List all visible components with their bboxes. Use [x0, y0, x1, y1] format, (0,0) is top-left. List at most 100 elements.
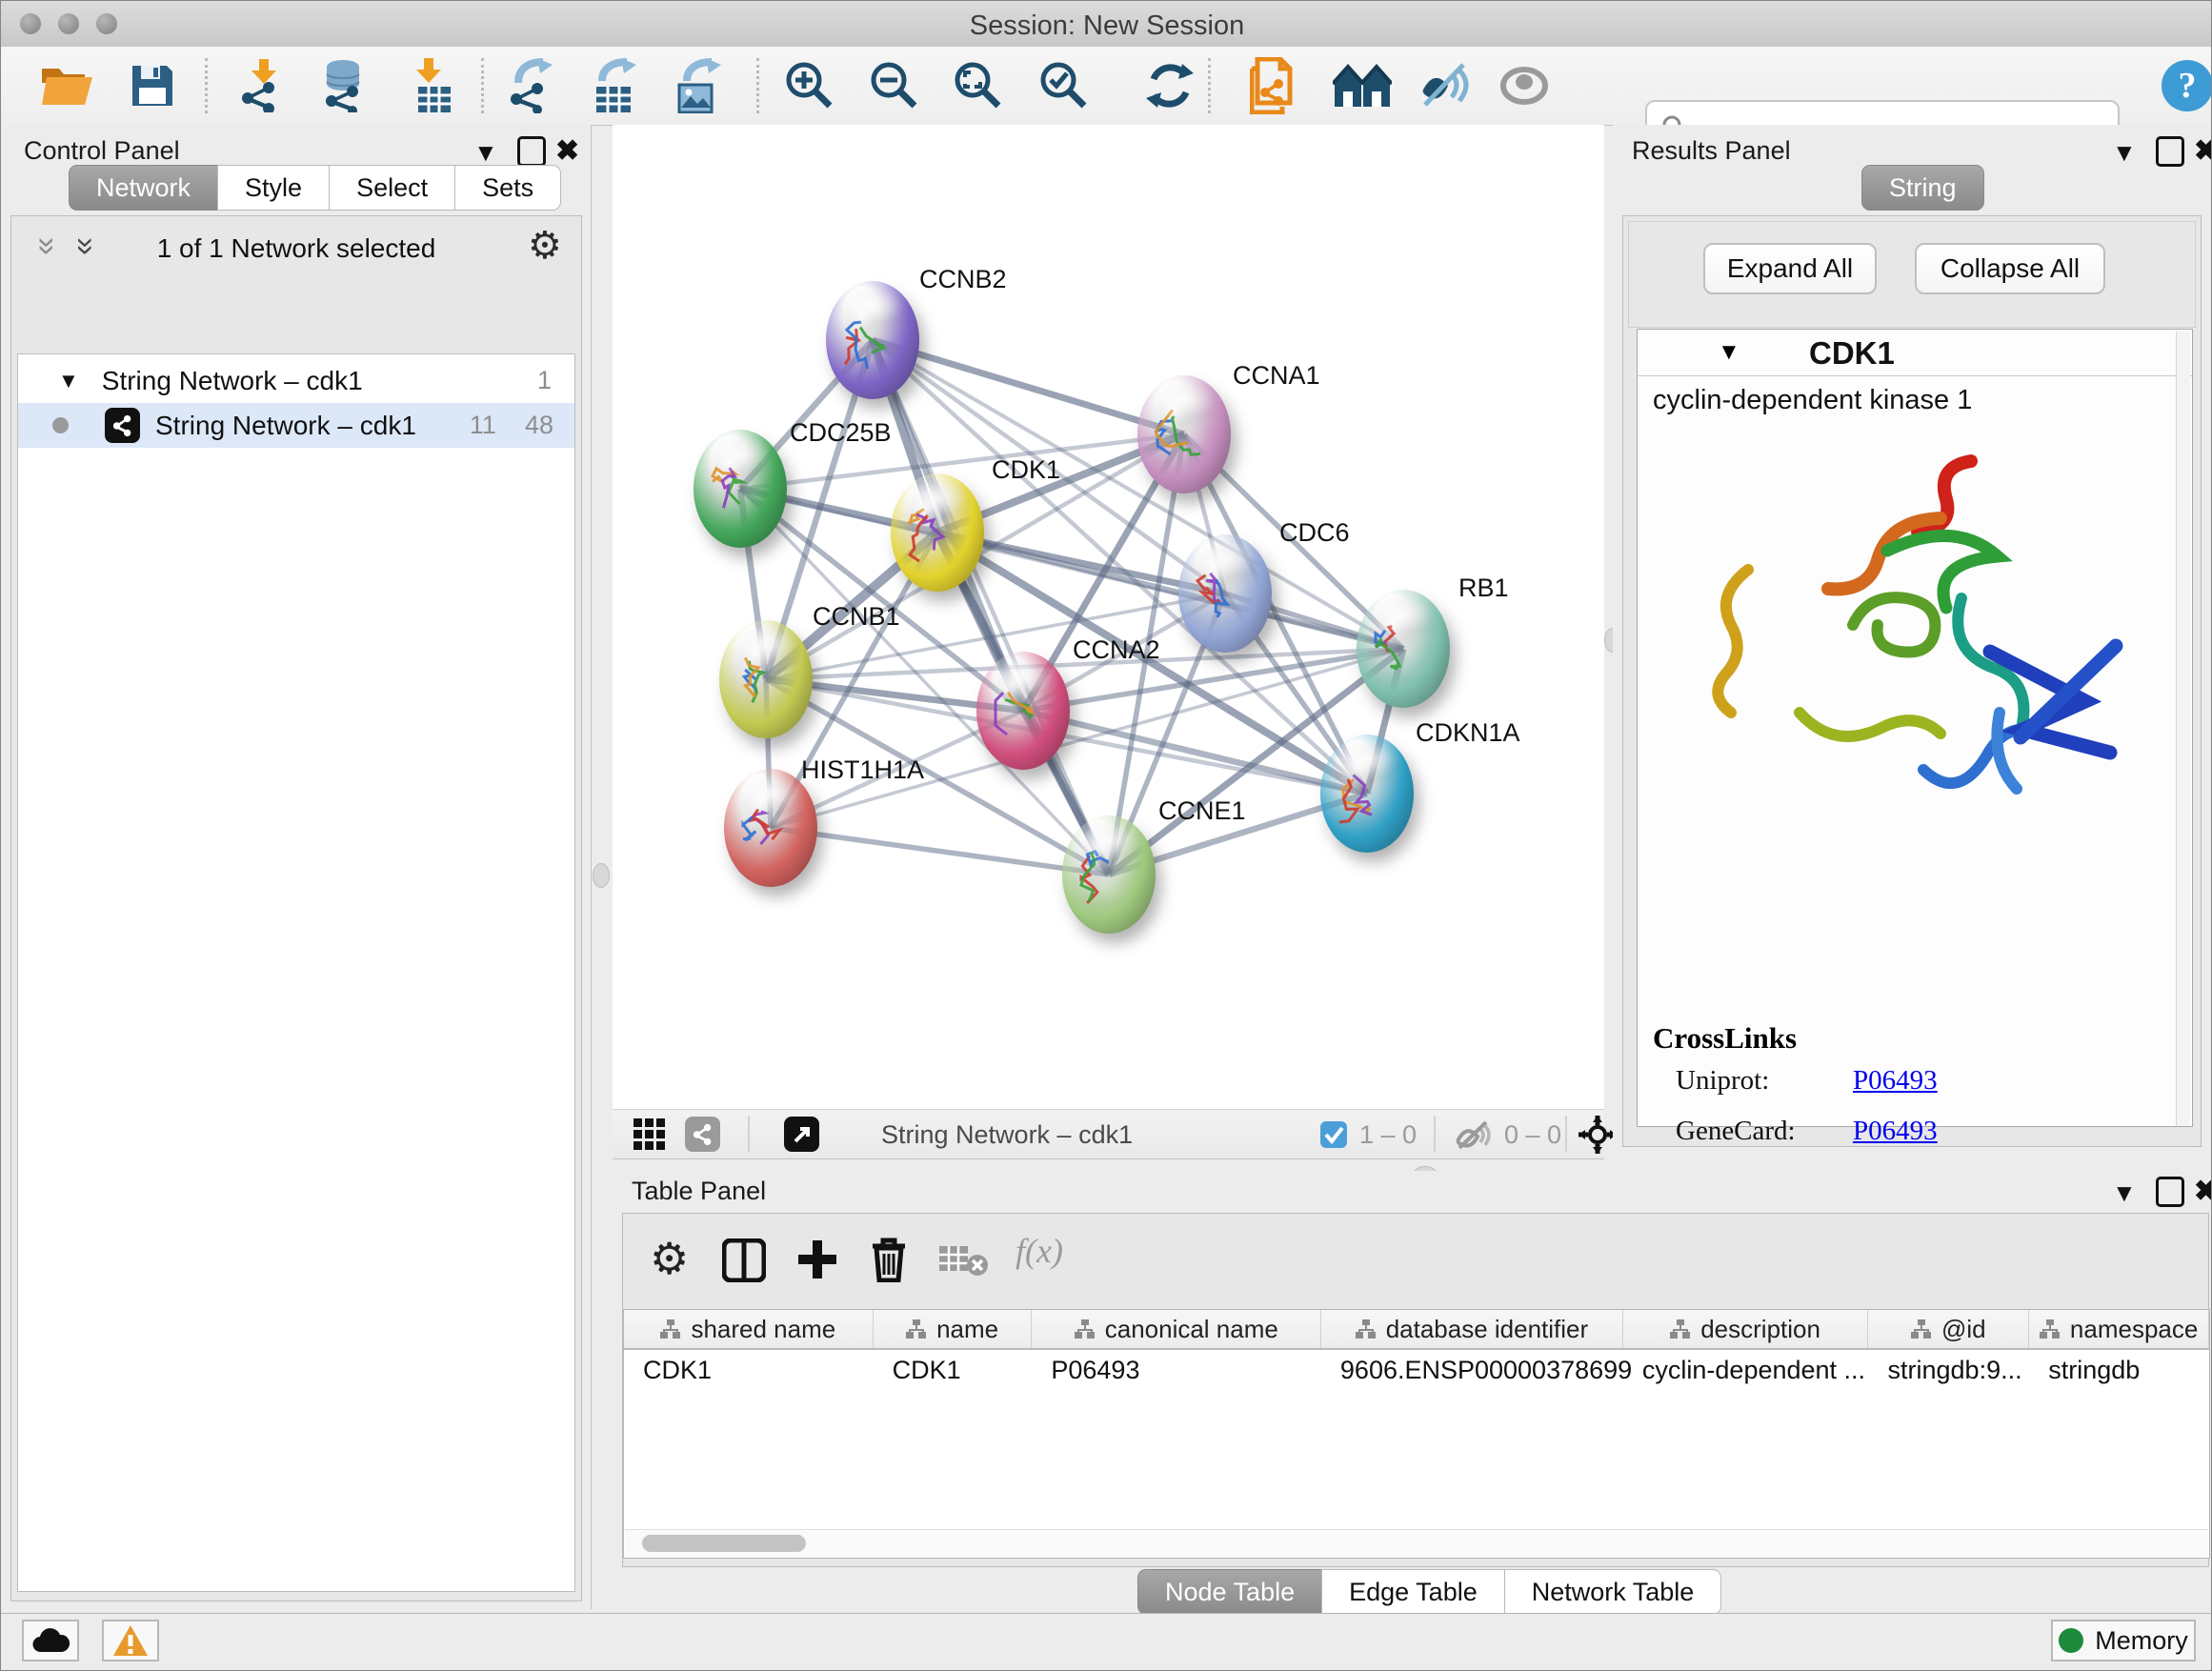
table-cell[interactable]: stringdb: [2029, 1350, 2209, 1390]
network-collection-row[interactable]: ▼ String Network – cdk1 1: [18, 358, 574, 403]
expand-all-button[interactable]: Expand All: [1703, 243, 1877, 294]
import-network-database-button[interactable]: [312, 54, 374, 117]
grid-view-icon[interactable]: [633, 1118, 666, 1156]
show-column-icon[interactable]: [722, 1238, 766, 1287]
delete-table-icon[interactable]: [939, 1244, 989, 1281]
birds-eye-crosshair-icon[interactable]: [1579, 1116, 1617, 1158]
network-row[interactable]: String Network – cdk1 11 48: [18, 403, 574, 448]
save-session-button[interactable]: [121, 54, 184, 117]
add-column-icon[interactable]: [796, 1238, 838, 1285]
results-panel-float-button[interactable]: [2156, 136, 2184, 171]
column-header-name[interactable]: name: [874, 1310, 1033, 1348]
collapse-all-button[interactable]: Collapse All: [1915, 243, 2105, 294]
tab-sets[interactable]: Sets: [454, 165, 561, 211]
tab-node-table[interactable]: Node Table: [1137, 1569, 1322, 1615]
export-network-button[interactable]: [500, 54, 563, 117]
eye-toggle-button[interactable]: [1493, 54, 1556, 117]
selected-checkbox-icon[interactable]: [1319, 1120, 1348, 1154]
table-panel-title: Table Panel: [632, 1177, 766, 1206]
node-label-ccnb1: CCNB1: [813, 602, 900, 632]
table-cell[interactable]: CDK1: [624, 1350, 874, 1390]
network-node-ccnb2[interactable]: [826, 281, 919, 399]
warning-status-button[interactable]: [102, 1620, 159, 1661]
tab-network[interactable]: Network: [69, 165, 218, 211]
warning-icon: [112, 1624, 149, 1657]
open-session-button[interactable]: [35, 54, 98, 117]
table-cell[interactable]: 9606.ENSP00000378699: [1321, 1350, 1623, 1390]
zoom-out-button[interactable]: [863, 54, 926, 117]
network-node-rb1[interactable]: [1357, 590, 1450, 708]
column-type-icon: [1670, 1319, 1691, 1339]
network-node-ccnb1[interactable]: [719, 620, 813, 738]
column-header-database-identifier[interactable]: database identifier: [1321, 1310, 1623, 1348]
table-hscrollbar-thumb[interactable]: [642, 1535, 806, 1552]
cloud-status-button[interactable]: [22, 1620, 79, 1661]
network-canvas[interactable]: CCNB2CCNA1CDC25BCDK1CDC6RB1CCNB1CCNA2CDK…: [613, 125, 1604, 1109]
table-panel-menu-button[interactable]: ▼: [2112, 1178, 2137, 1208]
table-panel-float-button[interactable]: [2156, 1177, 2184, 1212]
results-scrollbar[interactable]: [2176, 332, 2190, 1126]
network-node-hist1h1a[interactable]: [724, 769, 817, 887]
column-header-shared-name[interactable]: shared name: [624, 1310, 874, 1348]
network-node-ccne1[interactable]: [1062, 815, 1156, 934]
network-node-cdk1[interactable]: [891, 473, 984, 592]
network-options-gear-icon[interactable]: ⚙: [528, 224, 562, 268]
viewbar-separator: [748, 1116, 750, 1152]
hidden-eye-slash-icon[interactable]: [1455, 1120, 1493, 1154]
refresh-layout-button[interactable]: [1138, 54, 1201, 117]
network-node-cdc25b[interactable]: [694, 430, 787, 548]
detach-view-button[interactable]: [784, 1117, 819, 1152]
toolbar-separator: [756, 58, 759, 113]
table-settings-gear-icon[interactable]: ⚙: [650, 1237, 689, 1280]
node-label-ccna1: CCNA1: [1233, 361, 1320, 391]
crosslink-value-link[interactable]: P06493: [1853, 1116, 1938, 1147]
zoom-fit-button[interactable]: [947, 54, 1010, 117]
string-query-button[interactable]: [1243, 54, 1306, 117]
string-style-icon[interactable]: [685, 1117, 720, 1152]
tab-network-table[interactable]: Network Table: [1504, 1569, 1722, 1615]
export-image-button[interactable]: [668, 54, 731, 117]
column-header-description[interactable]: description: [1623, 1310, 1869, 1348]
column-header-canonical-name[interactable]: canonical name: [1032, 1310, 1321, 1348]
control-panel-menu-button[interactable]: ▼: [473, 138, 498, 168]
table-cell[interactable]: cyclin-dependent ...: [1623, 1350, 1869, 1390]
zoom-selected-button[interactable]: [1033, 54, 1096, 117]
glasses-toggle-button[interactable]: [1415, 54, 1478, 117]
tab-style[interactable]: Style: [217, 165, 330, 211]
results-panel-menu-button[interactable]: ▼: [2112, 138, 2137, 168]
network-collection-label: String Network – cdk1: [102, 366, 363, 396]
table-panel-close-button[interactable]: ✖: [2194, 1175, 2212, 1208]
tab-select[interactable]: Select: [329, 165, 455, 211]
column-header-id[interactable]: @id: [1868, 1310, 2029, 1348]
control-panel-tabs: NetworkStyleSelectSets: [70, 165, 561, 211]
control-panel-title: Control Panel: [24, 136, 180, 166]
crosslink-value-link[interactable]: P06493: [1853, 1065, 1938, 1097]
table-cell[interactable]: P06493: [1032, 1350, 1321, 1390]
network-node-ccna1[interactable]: [1137, 375, 1231, 493]
network-node-cdkn1a[interactable]: [1320, 735, 1414, 853]
export-table-button[interactable]: [584, 54, 647, 117]
column-header-namespace[interactable]: namespace: [2029, 1310, 2209, 1348]
import-table-file-button[interactable]: [401, 54, 464, 117]
results-panel-close-button[interactable]: ✖: [2194, 134, 2212, 168]
network-node-ccna2[interactable]: [976, 652, 1070, 770]
two-houses-button[interactable]: [1331, 54, 1394, 117]
network-edge: [771, 828, 1109, 875]
memory-button[interactable]: Memory: [2051, 1620, 2196, 1661]
collapse-triangle-icon[interactable]: ▼: [58, 369, 79, 393]
tab-edge-table[interactable]: Edge Table: [1321, 1569, 1505, 1615]
help-button[interactable]: ?: [2156, 54, 2212, 117]
table-row[interactable]: CDK1CDK1P064939606.ENSP00000378699cyclin…: [624, 1350, 2209, 1390]
function-builder-icon[interactable]: f(x): [1016, 1231, 1063, 1271]
delete-column-trash-icon[interactable]: [869, 1237, 909, 1287]
control-panel-close-button[interactable]: ✖: [555, 134, 579, 168]
table-hscrollbar[interactable]: [625, 1529, 2208, 1557]
import-network-file-button[interactable]: [230, 54, 292, 117]
zoom-in-button[interactable]: [778, 54, 841, 117]
table-cell[interactable]: CDK1: [874, 1350, 1033, 1390]
tab-string[interactable]: String: [1861, 165, 1984, 211]
table-cell[interactable]: stringdb:9...: [1869, 1350, 2030, 1390]
network-node-cdc6[interactable]: [1178, 534, 1272, 653]
protein-collapse-triangle[interactable]: ▼: [1718, 339, 1740, 366]
left-splitter-handle[interactable]: [593, 863, 610, 888]
